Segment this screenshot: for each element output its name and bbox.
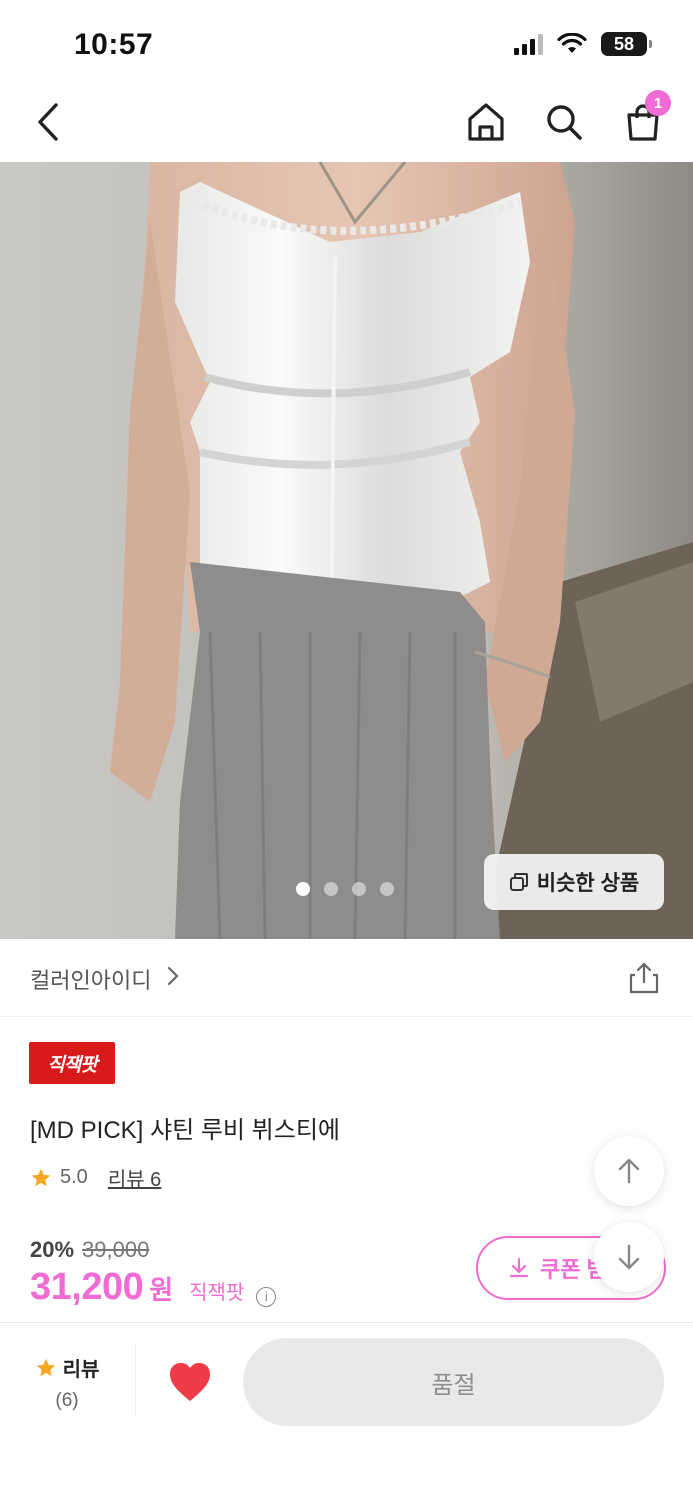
zigzag-jackpot-badge: 직잭팟 [29, 1042, 115, 1084]
brand-name-link[interactable]: 컬러인아이디 [30, 963, 151, 995]
review-count-link[interactable]: 리뷰 6 [108, 1163, 161, 1192]
back-button[interactable] [24, 96, 72, 148]
search-icon [547, 105, 582, 140]
discount-row: 20% 39,000 [30, 1237, 149, 1263]
nav-bar: 1 [0, 88, 693, 162]
carousel-dot[interactable] [324, 882, 338, 896]
original-price: 39,000 [82, 1237, 150, 1262]
carousel-dot[interactable] [380, 882, 394, 896]
price-row: 31,200 원 직잭팟 i [30, 1266, 277, 1309]
product-photo [0, 162, 693, 939]
brand-row: 컬러인아이디 [0, 939, 693, 1017]
rating-score: 5.0 [60, 1166, 88, 1188]
zigzag-price-label: 직잭팟 [189, 1282, 245, 1304]
scroll-down-button[interactable] [594, 1222, 664, 1292]
home-button[interactable] [462, 96, 510, 148]
discount-rate: 20% [30, 1237, 75, 1262]
star-icon [31, 1168, 51, 1186]
wifi-icon [557, 33, 587, 53]
divider [135, 1343, 136, 1417]
product-image-carousel[interactable]: 비슷한 상품 [0, 162, 693, 939]
status-icons: 58 [514, 32, 652, 56]
review-tab-count: (6) [55, 1390, 79, 1411]
status-time: 10:57 [74, 28, 154, 61]
cart-count-badge: 1 [645, 90, 671, 116]
star-icon [36, 1358, 55, 1376]
rating-row: 5.0 리뷰 6 [30, 1163, 161, 1192]
share-icon[interactable] [627, 961, 661, 995]
currency-unit: 원 [149, 1275, 174, 1305]
bottom-action-bar: 리뷰 (6) 품절 [0, 1322, 693, 1500]
cellular-signal-icon [514, 33, 543, 55]
copy-icon [509, 873, 528, 891]
chevron-left-icon [38, 103, 58, 141]
sale-price: 31,200 [30, 1266, 144, 1308]
scroll-up-button[interactable] [594, 1136, 664, 1206]
review-tab-label: 리뷰 [62, 1359, 100, 1381]
arrow-up-icon [618, 1158, 640, 1184]
carousel-dot[interactable] [352, 882, 366, 896]
battery-icon: 58 [601, 32, 652, 56]
similar-products-button[interactable]: 비슷한 상품 [484, 854, 664, 910]
cart-button[interactable]: 1 [619, 90, 671, 148]
info-icon[interactable]: i [256, 1286, 277, 1307]
heart-icon[interactable] [168, 1361, 212, 1403]
soldout-button[interactable]: 품절 [243, 1338, 664, 1426]
home-icon [468, 103, 504, 141]
carousel-dot[interactable] [296, 882, 310, 896]
arrow-down-icon [618, 1244, 640, 1270]
status-bar: 10:57 58 [0, 0, 693, 88]
chevron-right-icon [167, 966, 179, 986]
battery-level: 58 [613, 33, 635, 54]
review-tab-button[interactable]: 리뷰 (6) [30, 1353, 104, 1412]
download-icon [509, 1257, 529, 1278]
search-button[interactable] [540, 96, 588, 148]
similar-products-label: 비슷한 상품 [536, 872, 640, 895]
product-title: [MD PICK] 샤틴 루비 뷔스티에 [30, 1117, 340, 1144]
carousel-indicator [296, 882, 394, 896]
